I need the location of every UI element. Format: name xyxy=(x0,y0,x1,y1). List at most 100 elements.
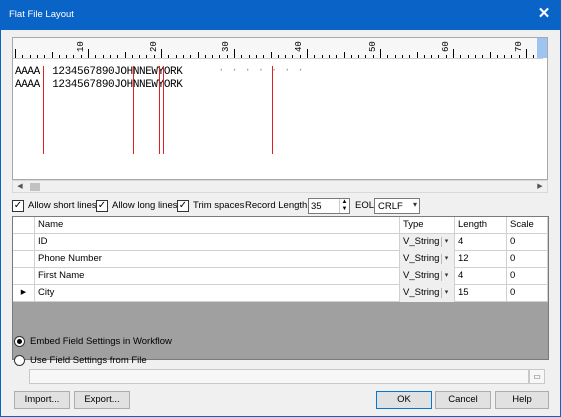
ok-button[interactable]: OK xyxy=(376,391,432,409)
field-marker-5[interactable] xyxy=(272,66,273,154)
ruler-tick xyxy=(460,55,462,58)
table-row[interactable]: ▶ City V_String ▾ 15 0 xyxy=(13,285,548,302)
scroll-thumb[interactable] xyxy=(30,183,40,191)
ruler-tick xyxy=(117,55,119,58)
ruler-tick xyxy=(270,52,272,58)
help-button[interactable]: Help xyxy=(495,391,549,409)
ruler-tick xyxy=(161,49,162,58)
ruler-tick xyxy=(445,55,447,58)
ruler-tick xyxy=(423,55,425,58)
ruler-tick xyxy=(380,49,381,58)
field-type-value: V_String xyxy=(403,236,440,247)
cancel-button[interactable]: Cancel xyxy=(435,391,491,409)
export-button[interactable]: Export... xyxy=(74,391,130,409)
ruler-tick xyxy=(15,49,16,58)
field-name-cell[interactable]: First Name xyxy=(35,268,400,285)
scroll-right-icon[interactable]: ▶ xyxy=(535,182,545,192)
allow-short-lines-checkbox[interactable]: ✓ xyxy=(12,200,24,212)
ruler-tick xyxy=(438,55,440,58)
field-name-cell[interactable]: Phone Number xyxy=(35,251,400,268)
field-marker-1[interactable] xyxy=(43,66,44,154)
spinner-up-icon[interactable]: ▲ xyxy=(339,199,349,206)
field-type-cell[interactable]: V_String ▾ xyxy=(400,251,455,268)
import-button[interactable]: Import... xyxy=(14,391,70,409)
ruler-tick xyxy=(109,55,111,58)
preview-line-2: AAAA 1234567890JOHNNEWYORK xyxy=(15,79,183,91)
layout-preview[interactable]: 10 20 30 40 50 60 70 AAAA 1234567890JOHN… xyxy=(12,37,548,180)
ruler-tick xyxy=(431,55,433,58)
ruler-tick xyxy=(285,55,287,58)
field-name-cell[interactable]: ID xyxy=(35,234,400,251)
ruler-number-60: 60 xyxy=(441,41,451,52)
chevron-down-icon[interactable]: ▾ xyxy=(441,271,451,281)
header-length[interactable]: Length xyxy=(455,217,507,234)
header-corner xyxy=(13,217,35,234)
eol-select[interactable]: CRLF ▾ xyxy=(374,198,420,214)
close-icon[interactable]: ✕ xyxy=(535,5,553,23)
title-bar: Flat File Layout ✕ xyxy=(0,0,561,30)
header-scale[interactable]: Scale xyxy=(507,217,548,234)
ruler-tick xyxy=(336,55,338,58)
embed-settings-radio[interactable] xyxy=(14,336,25,347)
trim-spaces-checkbox[interactable]: ✓ xyxy=(177,200,189,212)
allow-long-lines-checkbox[interactable]: ✓ xyxy=(96,200,108,212)
ruler-tick xyxy=(44,55,46,58)
trim-spaces-label: Trim spaces xyxy=(193,200,245,211)
field-length-cell[interactable]: 15 xyxy=(455,285,507,302)
ruler-tick xyxy=(321,55,323,58)
ruler-tick xyxy=(394,55,396,58)
row-selector[interactable] xyxy=(13,234,35,251)
ruler-tick xyxy=(365,55,367,58)
field-marker-2[interactable] xyxy=(133,66,134,154)
record-length-value: 35 xyxy=(311,201,322,212)
table-row[interactable]: Phone Number V_String ▾ 12 0 xyxy=(13,251,548,268)
preview-line-1: AAAA 1234567890JOHNNEWYORK xyxy=(15,66,183,78)
field-type-cell[interactable]: V_String ▾ xyxy=(400,285,455,302)
field-type-cell[interactable]: V_String ▾ xyxy=(400,234,455,251)
chevron-down-icon[interactable]: ▾ xyxy=(441,254,451,264)
ruler-tick xyxy=(168,55,170,58)
ruler-tick xyxy=(255,55,257,58)
field-scale-cell[interactable]: 0 xyxy=(507,268,548,285)
preview-horizontal-scrollbar[interactable]: ◀ ▶ xyxy=(12,180,548,193)
ruler-tick xyxy=(241,55,243,58)
field-length-cell[interactable]: 12 xyxy=(455,251,507,268)
row-selector[interactable] xyxy=(13,268,35,285)
field-name-cell[interactable]: City xyxy=(35,285,400,302)
spinner-down-icon[interactable]: ▼ xyxy=(339,206,349,213)
chevron-down-icon[interactable]: ▾ xyxy=(441,288,451,298)
chevron-down-icon[interactable]: ▾ xyxy=(441,237,451,247)
field-scale-cell[interactable]: 0 xyxy=(507,285,548,302)
record-length-spinner[interactable]: 35 ▲ ▼ xyxy=(308,198,350,214)
ruler-number-40: 40 xyxy=(294,41,304,52)
ruler-tick xyxy=(526,49,527,58)
ruler-tick xyxy=(358,55,360,58)
use-file-settings-radio[interactable] xyxy=(14,355,25,366)
ruler-tick xyxy=(467,55,469,58)
header-type[interactable]: Type xyxy=(400,217,455,234)
table-row[interactable]: ID V_String ▾ 4 0 xyxy=(13,234,548,251)
field-length-cell[interactable]: 4 xyxy=(455,234,507,251)
ruler-tick xyxy=(204,55,206,58)
current-row-arrow-icon[interactable]: ▶ xyxy=(13,285,35,302)
field-length-cell[interactable]: 4 xyxy=(455,268,507,285)
ruler-tick xyxy=(387,55,389,58)
folder-icon[interactable]: ▭ xyxy=(529,369,545,384)
field-scale-cell[interactable]: 0 xyxy=(507,234,548,251)
ruler-tick xyxy=(292,55,294,58)
field-scale-cell[interactable]: 0 xyxy=(507,251,548,268)
ruler-tick xyxy=(58,55,60,58)
settings-file-path-input[interactable] xyxy=(29,369,529,384)
table-row[interactable]: First Name V_String ▾ 4 0 xyxy=(13,268,548,285)
ruler-tick xyxy=(212,55,214,58)
ruler-tick xyxy=(102,55,104,58)
field-marker-4[interactable] xyxy=(163,66,164,154)
header-name[interactable]: Name xyxy=(35,217,400,234)
scroll-left-icon[interactable]: ◀ xyxy=(15,182,25,192)
field-type-cell[interactable]: V_String ▾ xyxy=(400,268,455,285)
use-file-settings-label: Use Field Settings from File xyxy=(30,355,147,366)
ruler-tick xyxy=(496,55,498,58)
ruler-number-10: 10 xyxy=(76,41,86,52)
row-selector[interactable] xyxy=(13,251,35,268)
field-marker-3[interactable] xyxy=(159,66,160,154)
